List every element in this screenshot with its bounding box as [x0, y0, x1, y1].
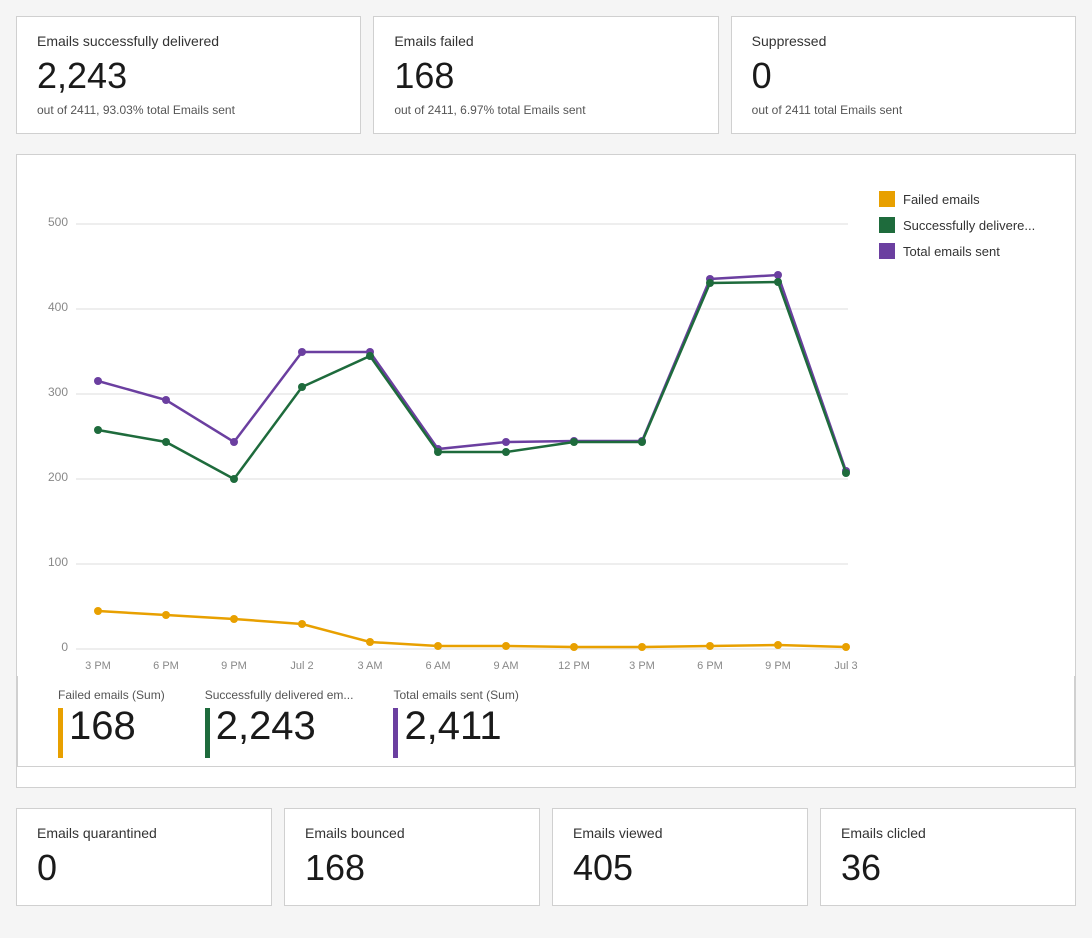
svg-text:300: 300 — [48, 385, 68, 399]
card-clicked-title: Emails clicled — [841, 825, 1055, 841]
card-bounced-value: 168 — [305, 847, 519, 889]
card-suppressed-subtitle: out of 2411 total Emails sent — [752, 103, 1055, 117]
legend-failed-label: Failed emails — [903, 192, 980, 207]
legend-total-label: Total emails sent — [903, 244, 1000, 259]
svg-text:6 PM: 6 PM — [697, 660, 723, 671]
legend-delivered-color — [879, 217, 895, 233]
stat-failed-bar — [58, 708, 63, 758]
svg-text:100: 100 — [48, 555, 68, 569]
legend-total-color — [879, 243, 895, 259]
svg-text:0: 0 — [61, 640, 68, 654]
card-failed-value: 168 — [394, 55, 697, 97]
stat-failed-sum: Failed emails (Sum) 168 — [58, 688, 165, 758]
svg-text:12 PM: 12 PM — [558, 660, 590, 671]
stat-failed-number: 168 — [69, 704, 136, 749]
svg-text:3 PM: 3 PM — [629, 660, 655, 671]
card-suppressed: Suppressed 0 out of 2411 total Emails se… — [731, 16, 1076, 134]
stat-total-label: Total emails sent (Sum) — [393, 688, 518, 702]
card-viewed: Emails viewed 405 — [552, 808, 808, 906]
card-clicked: Emails clicled 36 — [820, 808, 1076, 906]
svg-text:6 AM: 6 AM — [425, 660, 450, 671]
svg-text:9 PM: 9 PM — [765, 660, 791, 671]
stat-delivered-bar — [205, 708, 210, 758]
card-bounced-title: Emails bounced — [305, 825, 519, 841]
svg-text:Jul 3: Jul 3 — [834, 660, 857, 671]
card-viewed-title: Emails viewed — [573, 825, 787, 841]
stat-delivered-value-container: 2,243 — [205, 704, 354, 758]
svg-text:3 AM: 3 AM — [357, 660, 382, 671]
card-bounced: Emails bounced 168 — [284, 808, 540, 906]
stat-total-number: 2,411 — [404, 704, 501, 749]
top-cards-row: Emails successfully delivered 2,243 out … — [16, 16, 1076, 134]
line-chart: 0 100 200 300 400 500 3 PM 6 PM 9 PM — [33, 171, 863, 671]
card-delivered-value: 2,243 — [37, 55, 340, 97]
stat-failed-value-container: 168 — [58, 704, 165, 758]
card-suppressed-title: Suppressed — [752, 33, 1055, 49]
stat-delivered-label: Successfully delivered em... — [205, 688, 354, 702]
chart-block: 0 100 200 300 400 500 3 PM 6 PM 9 PM — [16, 154, 1076, 788]
stat-delivered-sum: Successfully delivered em... 2,243 — [205, 688, 354, 758]
card-viewed-value: 405 — [573, 847, 787, 889]
svg-text:Jul 2: Jul 2 — [290, 660, 313, 671]
legend-delivered: Successfully delivere... — [879, 217, 1059, 233]
stat-total-sum: Total emails sent (Sum) 2,411 — [393, 688, 518, 758]
stat-delivered-number: 2,243 — [216, 704, 316, 749]
stat-total-value-container: 2,411 — [393, 704, 518, 758]
card-quarantined-value: 0 — [37, 847, 251, 889]
svg-text:9 AM: 9 AM — [493, 660, 518, 671]
bottom-cards-row: Emails quarantined 0 Emails bounced 168 … — [16, 808, 1076, 906]
card-clicked-value: 36 — [841, 847, 1055, 889]
card-quarantined-title: Emails quarantined — [37, 825, 251, 841]
card-delivered: Emails successfully delivered 2,243 out … — [16, 16, 361, 134]
legend-failed-color — [879, 191, 895, 207]
svg-text:500: 500 — [48, 215, 68, 229]
card-suppressed-value: 0 — [752, 55, 1055, 97]
chart-legend: Failed emails Successfully delivere... T… — [879, 171, 1059, 676]
card-delivered-title: Emails successfully delivered — [37, 33, 340, 49]
svg-text:6 PM: 6 PM — [153, 660, 179, 671]
card-failed: Emails failed 168 out of 2411, 6.97% tot… — [373, 16, 718, 134]
svg-text:200: 200 — [48, 470, 68, 484]
svg-text:9 PM: 9 PM — [221, 660, 247, 671]
card-quarantined: Emails quarantined 0 — [16, 808, 272, 906]
legend-failed: Failed emails — [879, 191, 1059, 207]
stat-total-bar — [393, 708, 398, 758]
card-delivered-subtitle: out of 2411, 93.03% total Emails sent — [37, 103, 340, 117]
chart-bottom-stats: Failed emails (Sum) 168 Successfully del… — [17, 676, 1075, 767]
legend-total: Total emails sent — [879, 243, 1059, 259]
legend-delivered-label: Successfully delivere... — [903, 218, 1035, 233]
chart-area: 0 100 200 300 400 500 3 PM 6 PM 9 PM — [33, 171, 863, 676]
svg-text:3 PM: 3 PM — [85, 660, 111, 671]
svg-text:400: 400 — [48, 300, 68, 314]
stat-failed-label: Failed emails (Sum) — [58, 688, 165, 702]
card-failed-subtitle: out of 2411, 6.97% total Emails sent — [394, 103, 697, 117]
card-failed-title: Emails failed — [394, 33, 697, 49]
